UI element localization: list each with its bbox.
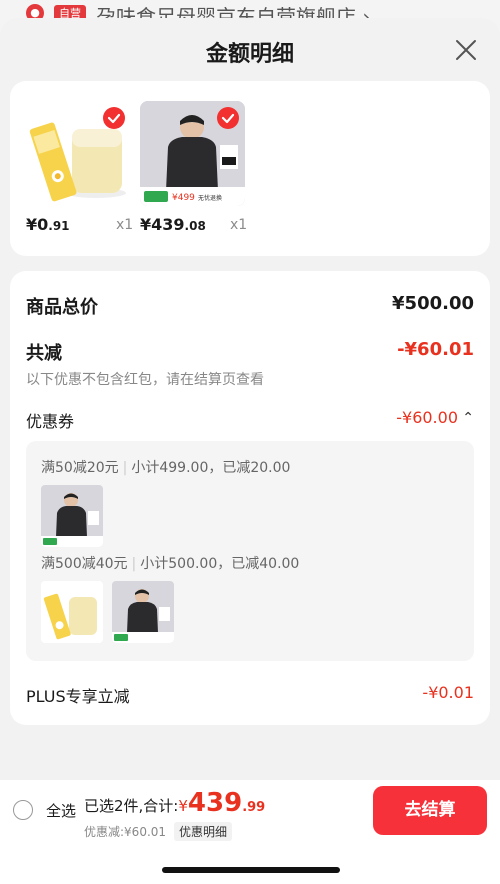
selected-check-icon[interactable] bbox=[217, 107, 239, 129]
total-label: 商品总价 bbox=[26, 297, 98, 318]
selected-check-icon[interactable] bbox=[103, 107, 125, 129]
discount-detail-link[interactable]: 优惠明细 bbox=[174, 822, 233, 841]
divider: | bbox=[131, 556, 137, 572]
coupon-rule-line: 满50减20元 | 小计499.00，已减20.00 bbox=[41, 457, 290, 477]
selected-products-card: ¥0.91 x1 ¥499 无忧退换 ¥439.08 x1 bbox=[10, 81, 490, 256]
home-indicator[interactable] bbox=[162, 867, 340, 873]
coupon-rule: 满500减40元 bbox=[41, 556, 128, 572]
total-value: ¥500.00 bbox=[392, 293, 474, 314]
coupon-detail: 小计500.00，已减40.00 bbox=[140, 556, 300, 572]
total-decimal: .99 bbox=[242, 800, 266, 815]
svg-text:无忧退换: 无忧退换 bbox=[198, 194, 222, 202]
product-price: ¥0.91 bbox=[26, 215, 70, 234]
divider: | bbox=[122, 460, 128, 476]
product-qty: x1 bbox=[230, 217, 248, 233]
sheet-title: 金额明细 bbox=[205, 42, 294, 67]
select-all-radio[interactable] bbox=[13, 800, 33, 820]
discount-text: 优惠减:¥60.01 bbox=[84, 825, 167, 839]
discount-line: 优惠减:¥60.01 优惠明细 bbox=[84, 822, 233, 841]
plus-label: PLUS专享立减 bbox=[26, 687, 130, 706]
coupon-detail-box: 满50减20元 | 小计499.00，已减20.00 满500减40元 | 小计500.… bbox=[26, 441, 474, 661]
reduce-note: 以下优惠不包含红包，请在结算页查看 bbox=[26, 372, 264, 388]
milk-drink-thumbnail bbox=[41, 581, 103, 643]
selected-text: 已选2件,合计: bbox=[84, 797, 179, 815]
reduce-row: 共减 -¥60.01 bbox=[26, 339, 474, 365]
coupon-row[interactable]: 优惠券 -¥60.00 ⌃ bbox=[26, 408, 474, 432]
plus-value: -¥0.01 bbox=[422, 683, 474, 702]
coupon-value: -¥60.00 bbox=[396, 408, 458, 427]
reduce-label: 共减 bbox=[26, 343, 62, 364]
currency-symbol: ¥ bbox=[178, 797, 188, 815]
coupon-detail: 小计499.00，已减20.00 bbox=[131, 460, 291, 476]
amount-detail-sheet: 金额明细 ¥0.91 x1 ¥499 无忧退换 ¥439.08 x1 商品总价 … bbox=[0, 18, 500, 884]
reduce-value: -¥60.01 bbox=[397, 339, 474, 360]
total-row: 商品总价 ¥500.00 bbox=[26, 293, 474, 319]
jacket-thumbnail bbox=[41, 485, 103, 547]
product-price: ¥439.08 bbox=[140, 215, 206, 234]
coupon-label: 优惠券 bbox=[26, 412, 75, 431]
close-icon[interactable] bbox=[454, 38, 478, 62]
chevron-up-icon[interactable]: ⌃ bbox=[462, 410, 474, 426]
checkout-bar: 全选 已选2件,合计:¥439.99 优惠减:¥60.01 优惠明细 去结算 bbox=[0, 780, 500, 884]
total-integer: 439 bbox=[187, 788, 243, 818]
plus-row: PLUS专享立减 -¥0.01 bbox=[26, 683, 474, 707]
select-all-label[interactable]: 全选 bbox=[46, 800, 76, 821]
price-details-card: 商品总价 ¥500.00 共减 -¥60.01 以下优惠不包含红包，请在结算页查… bbox=[10, 271, 490, 725]
total-summary: 已选2件,合计:¥439.99 bbox=[84, 788, 265, 818]
jacket-image: ¥499 无忧退换 bbox=[140, 101, 245, 206]
svg-text:¥499: ¥499 bbox=[172, 193, 195, 203]
coupon-rule-line: 满500减40元 | 小计500.00，已减40.00 bbox=[41, 553, 299, 573]
jacket-thumbnail bbox=[112, 581, 174, 643]
checkout-button[interactable]: 去结算 bbox=[373, 786, 487, 835]
milk-drink-image bbox=[26, 101, 131, 206]
product-qty: x1 bbox=[116, 217, 134, 233]
coupon-rule: 满50减20元 bbox=[41, 460, 119, 476]
